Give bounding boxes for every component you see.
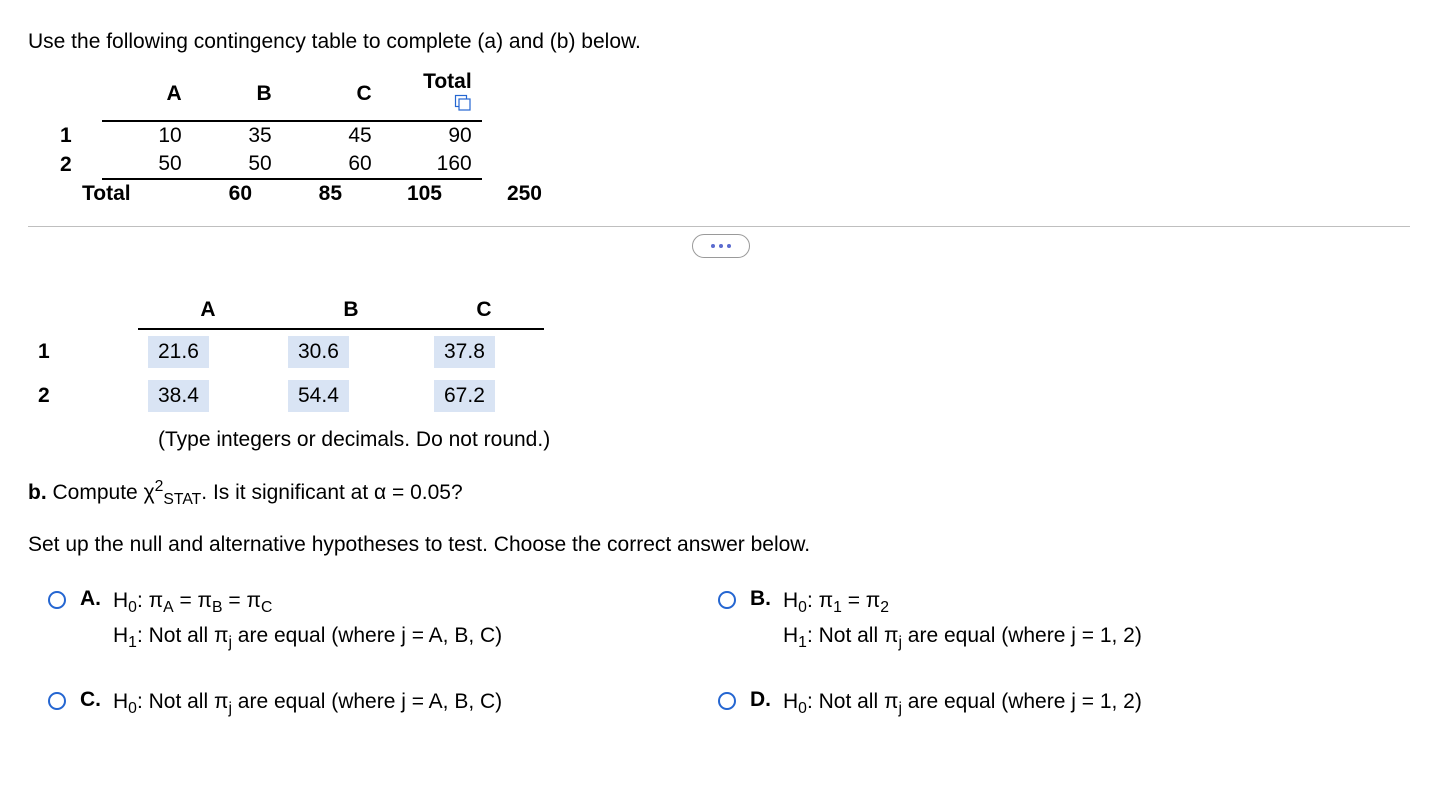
radio-A[interactable] [48,591,66,609]
exp-header-C: C [424,292,544,329]
section-divider [28,226,1410,266]
col-header-B: B [192,68,282,121]
choice-label: C. [80,688,101,712]
choice-D[interactable]: D. H0: Not all πj are equal (where j = 1… [718,688,1358,723]
radio-D[interactable] [718,692,736,710]
answer-cell-1B[interactable]: 30.6 [288,336,349,368]
choice-B[interactable]: B. H0: π1 = π2 H1: Not all πj are equal … [718,587,1358,657]
popup-icon[interactable] [454,94,472,112]
exp-header-B: B [278,292,424,329]
choice-label: B. [750,587,771,611]
answer-cell-2A[interactable]: 38.4 [148,380,209,412]
table-row: 1 10 35 45 90 [50,121,482,150]
choice-body: H0: Not all πj are equal (where j = 1, 2… [783,688,1142,723]
choice-C[interactable]: C. H0: Not all πj are equal (where j = A… [48,688,688,723]
table-row: 1 21.6 30.6 37.8 [28,329,544,374]
col-header-Total: Total [382,68,482,121]
choice-A[interactable]: A. H0: πA = πB = πC H1: Not all πj are e… [48,587,688,657]
choice-label: D. [750,688,771,712]
answer-cell-2B[interactable]: 54.4 [288,380,349,412]
exp-header-A: A [138,292,278,329]
part-b-prompt: b. Compute χ2STAT. Is it significant at … [28,478,1410,509]
expand-button[interactable] [692,234,750,258]
choice-body: H0: πA = πB = πC H1: Not all πj are equa… [113,587,502,657]
multiple-choice-group: A. H0: πA = πB = πC H1: Not all πj are e… [48,587,1410,723]
question-prompt: Use the following contingency table to c… [28,30,1410,54]
choice-body: H0: Not all πj are equal (where j = A, B… [113,688,502,723]
answer-cell-1C[interactable]: 37.8 [434,336,495,368]
contingency-total-row: Total 60 85 105 250 [72,180,552,206]
contingency-table: A B C Total 1 10 35 45 90 2 50 50 60 160 [50,68,482,180]
answer-cell-1A[interactable]: 21.6 [148,336,209,368]
input-hint: (Type integers or decimals. Do not round… [158,428,1410,452]
radio-B[interactable] [718,591,736,609]
choice-label: A. [80,587,101,611]
expected-table: A B C 1 21.6 30.6 37.8 2 38.4 54.4 67.2 [28,292,544,418]
choice-body: H0: π1 = π2 H1: Not all πj are equal (wh… [783,587,1142,657]
table-row: 2 38.4 54.4 67.2 [28,374,544,418]
table-row: 2 50 50 60 160 [50,150,482,179]
answer-cell-2C[interactable]: 67.2 [434,380,495,412]
radio-C[interactable] [48,692,66,710]
col-header-C: C [282,68,382,121]
col-header-A: A [102,68,192,121]
hypotheses-instruction: Set up the null and alternative hypothes… [28,533,1410,557]
